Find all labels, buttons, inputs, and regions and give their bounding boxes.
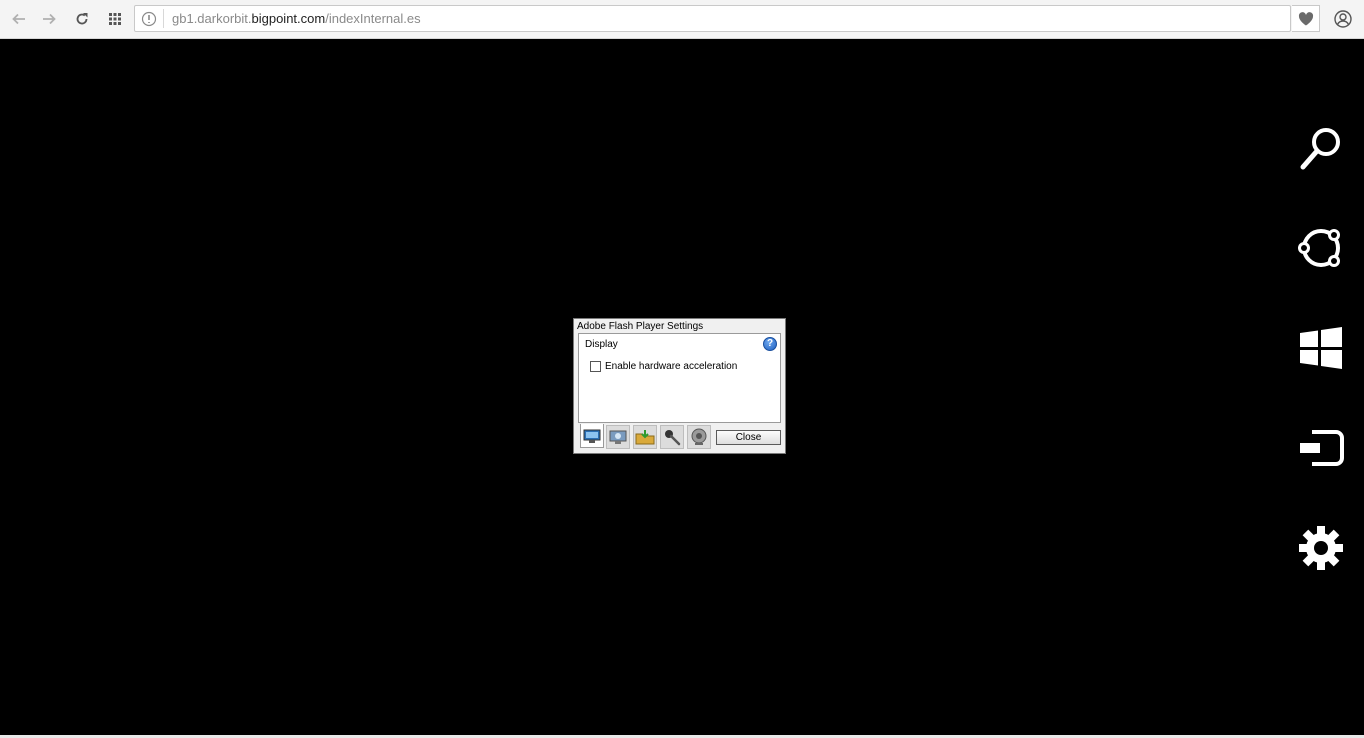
settings-panel: Display ? Enable hardware acceleration: [578, 333, 781, 423]
search-icon: [1300, 128, 1340, 170]
site-info-icon: [141, 11, 157, 27]
charm-devices[interactable]: [1296, 423, 1346, 473]
privacy-monitor-icon: [609, 430, 627, 444]
windows-start-icon: [1300, 327, 1342, 369]
reload-button[interactable]: [71, 8, 93, 30]
hardware-acceleration-checkbox[interactable]: [590, 361, 601, 372]
favorite-button[interactable]: [1292, 5, 1320, 32]
arrow-right-icon: [43, 13, 56, 25]
reload-icon: [76, 13, 88, 25]
tab-camera[interactable]: [687, 425, 711, 449]
url-domain: bigpoint.com: [251, 11, 326, 26]
microphone-icon: [665, 430, 681, 446]
profile-icon: [1334, 10, 1352, 28]
address-separator: [163, 9, 164, 28]
charm-settings[interactable]: [1296, 523, 1346, 573]
dialog-title: Adobe Flash Player Settings: [577, 321, 704, 332]
hardware-acceleration-label[interactable]: Enable hardware acceleration: [605, 361, 737, 372]
tab-display[interactable]: [580, 424, 604, 448]
gear-icon: [1299, 526, 1343, 570]
folder-download-icon: [635, 430, 655, 445]
apps-button[interactable]: [104, 8, 126, 30]
url-text[interactable]: gb1.darkorbit.bigpoint.com/indexInternal…: [172, 11, 421, 26]
close-button[interactable]: Close: [716, 430, 781, 445]
profile-button[interactable]: [1331, 7, 1355, 31]
forward-button[interactable]: [38, 8, 60, 30]
tab-privacy[interactable]: [606, 425, 630, 449]
url-path: /indexInternal.es: [325, 11, 421, 26]
url-prefix: gb1.darkorbit.: [172, 11, 252, 26]
flash-settings-dialog: Adobe Flash Player Settings Display ? En…: [573, 318, 786, 454]
charm-start[interactable]: [1296, 323, 1346, 373]
back-button[interactable]: [8, 8, 30, 30]
apps-grid-icon: [109, 13, 121, 25]
address-bar[interactable]: gb1.darkorbit.bigpoint.com/indexInternal…: [134, 5, 1291, 32]
tab-storage[interactable]: [633, 425, 657, 449]
webcam-icon: [691, 428, 707, 445]
section-heading: Display: [585, 339, 618, 350]
browser-toolbar: gb1.darkorbit.bigpoint.com/indexInternal…: [0, 0, 1364, 39]
tab-microphone[interactable]: [660, 425, 684, 449]
arrow-left-icon: [12, 13, 25, 25]
share-icon: [1298, 229, 1340, 267]
help-icon[interactable]: ?: [763, 337, 777, 351]
charm-search[interactable]: [1296, 123, 1346, 173]
heart-icon: [1298, 11, 1313, 25]
charm-share[interactable]: [1296, 223, 1346, 273]
devices-icon: [1300, 430, 1344, 466]
monitor-icon: [583, 429, 601, 443]
site-info-button[interactable]: [141, 11, 157, 27]
